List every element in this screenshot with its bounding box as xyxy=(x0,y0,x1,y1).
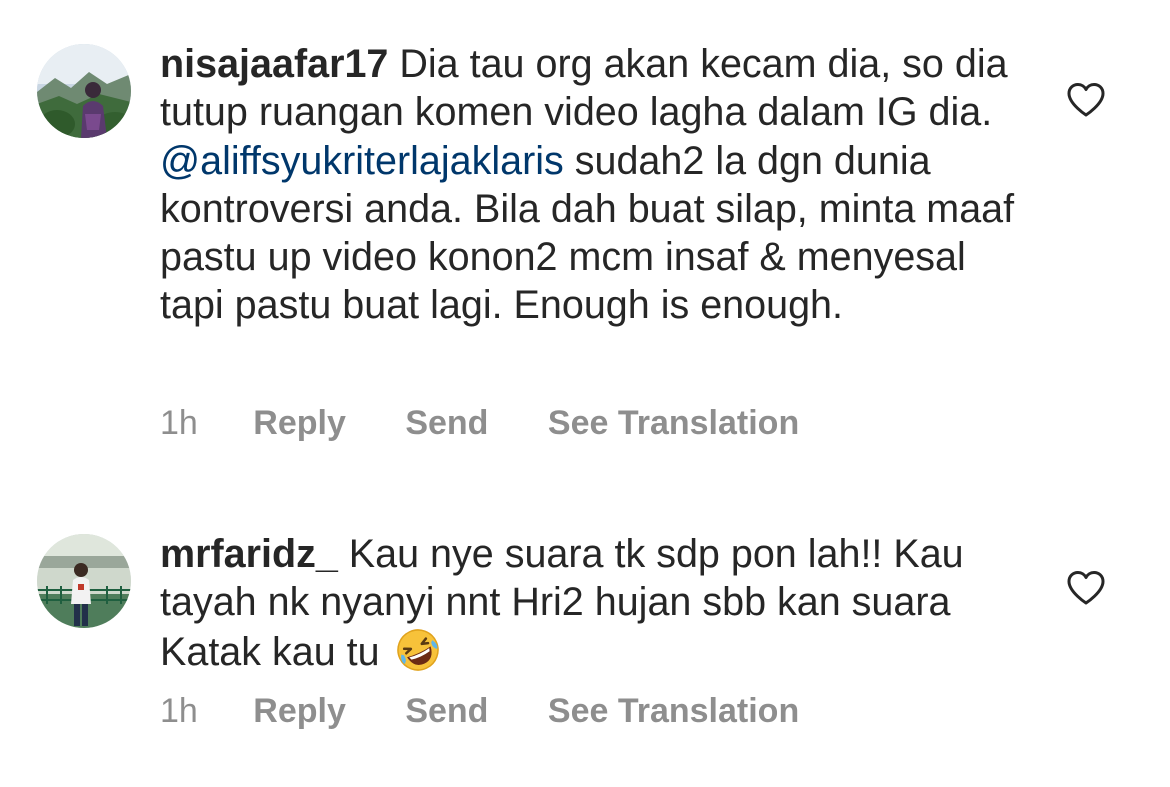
see-translation-button[interactable]: See Translation xyxy=(548,692,799,731)
comment-text: nisajaafar17 Dia tau org akan kecam dia,… xyxy=(160,40,1040,330)
comment-text: mrfaridz_ Kau nye suara tk sdp pon lah!!… xyxy=(160,530,1040,676)
rolling-on-floor-laughing-emoji xyxy=(395,627,441,673)
heart-outline-icon[interactable] xyxy=(1066,570,1106,606)
send-button[interactable]: Send xyxy=(405,404,488,443)
reply-button[interactable]: Reply xyxy=(253,404,346,443)
avatar[interactable] xyxy=(37,44,131,138)
comment-meta: 1h Reply Send See Translation xyxy=(160,404,849,443)
comment-username[interactable]: mrfaridz_ xyxy=(160,532,338,576)
heart-outline-icon[interactable] xyxy=(1066,82,1106,118)
see-translation-button[interactable]: See Translation xyxy=(548,404,799,443)
comment-timestamp: 1h xyxy=(160,404,198,442)
avatar[interactable] xyxy=(37,534,131,628)
send-button[interactable]: Send xyxy=(405,692,488,731)
comment-meta: 1h Reply Send See Translation xyxy=(160,692,849,731)
comment-username[interactable]: nisajaafar17 xyxy=(160,42,388,86)
comment-timestamp: 1h xyxy=(160,692,198,730)
mention-link[interactable]: @aliffsyukriterlajaklaris xyxy=(160,139,564,183)
reply-button[interactable]: Reply xyxy=(253,692,346,731)
